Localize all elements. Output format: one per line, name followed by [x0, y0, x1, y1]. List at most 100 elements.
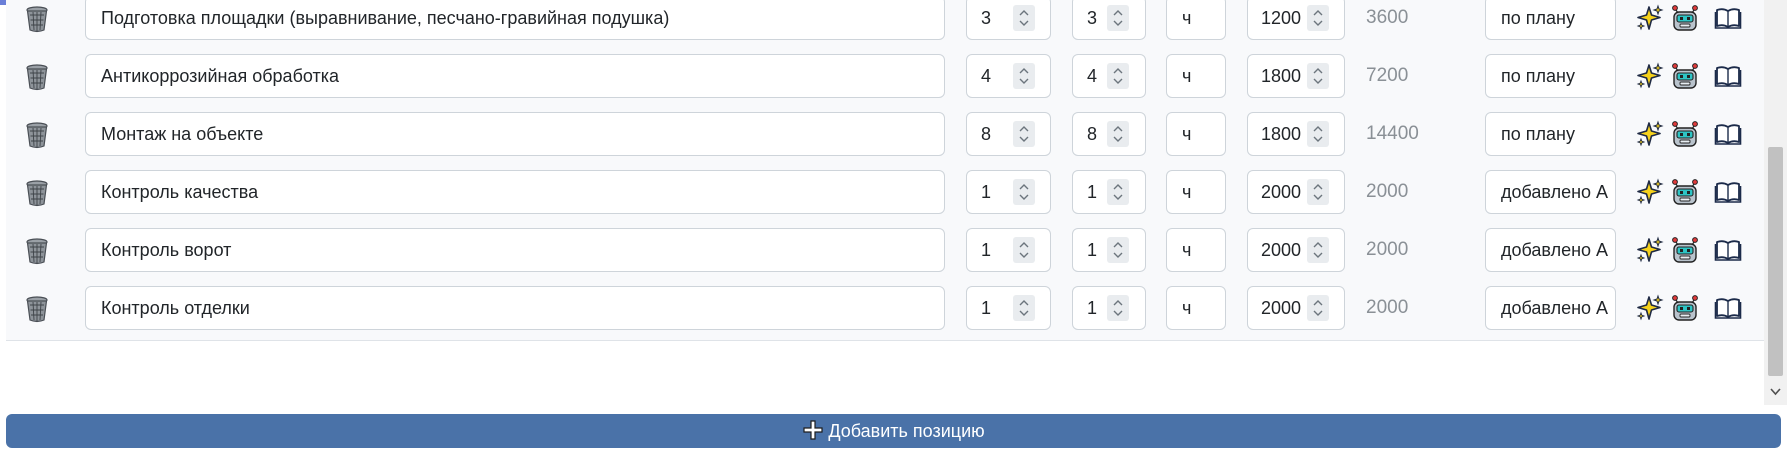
- price-stepper[interactable]: [1307, 295, 1329, 321]
- quantity-input[interactable]: 8: [966, 112, 1051, 156]
- scrollbar[interactable]: [1764, 0, 1787, 405]
- unit-input[interactable]: ч: [1166, 54, 1226, 98]
- scrollbar-thumb[interactable]: [1768, 147, 1783, 376]
- price-stepper[interactable]: [1307, 121, 1329, 147]
- trash-icon[interactable]: [24, 63, 50, 91]
- unit-input[interactable]: ч: [1166, 0, 1226, 40]
- row-total: 2000: [1366, 297, 1409, 318]
- unit-input[interactable]: ч: [1166, 112, 1226, 156]
- hours-input[interactable]: 1: [1072, 170, 1146, 214]
- trash-icon[interactable]: [24, 121, 50, 149]
- quantity-value: 1: [981, 298, 992, 318]
- note-input[interactable]: добавлено А: [1485, 170, 1616, 214]
- stepper-arrows-icon: [1113, 242, 1123, 258]
- quantity-input[interactable]: 1: [966, 228, 1051, 272]
- item-name-input[interactable]: Монтаж на объекте: [85, 112, 945, 156]
- hours-stepper[interactable]: [1107, 121, 1129, 147]
- stepper-arrows-icon: [1113, 126, 1123, 142]
- price-input[interactable]: 1800: [1247, 54, 1345, 98]
- row-total: 7200: [1366, 65, 1409, 86]
- robot-icon[interactable]: [1671, 178, 1699, 206]
- price-input[interactable]: 1200: [1247, 0, 1345, 40]
- book-icon[interactable]: [1714, 4, 1742, 32]
- unit-input[interactable]: ч: [1166, 228, 1226, 272]
- robot-icon[interactable]: [1671, 294, 1699, 322]
- quantity-stepper[interactable]: [1013, 5, 1035, 31]
- trash-icon[interactable]: [24, 295, 50, 323]
- quantity-value: 8: [981, 124, 992, 144]
- book-icon[interactable]: [1714, 294, 1742, 322]
- hours-stepper[interactable]: [1107, 295, 1129, 321]
- hours-input[interactable]: 1: [1072, 286, 1146, 330]
- note-input[interactable]: по плану: [1485, 0, 1616, 40]
- plus-icon: [803, 420, 823, 440]
- hours-value: 3: [1087, 8, 1098, 28]
- note-input[interactable]: добавлено А: [1485, 286, 1616, 330]
- price-stepper[interactable]: [1307, 5, 1329, 31]
- trash-icon[interactable]: [24, 5, 50, 33]
- table-row: Монтаж на объекте 8 8 ч 1800 14400 по пл…: [6, 101, 1764, 167]
- robot-icon[interactable]: [1671, 4, 1699, 32]
- item-name-input[interactable]: Контроль отделки: [85, 286, 945, 330]
- quantity-input[interactable]: 1: [966, 170, 1051, 214]
- positions-table: Подготовка площадки (выравнивание, песча…: [6, 0, 1764, 384]
- robot-icon[interactable]: [1671, 120, 1699, 148]
- hours-value: 1: [1087, 182, 1098, 202]
- item-name-input[interactable]: Подготовка площадки (выравнивание, песча…: [85, 0, 945, 40]
- hours-input[interactable]: 8: [1072, 112, 1146, 156]
- quantity-input[interactable]: 3: [966, 0, 1051, 40]
- quantity-stepper[interactable]: [1013, 179, 1035, 205]
- quantity-stepper[interactable]: [1013, 237, 1035, 263]
- table-row: Контроль ворот 1 1 ч 2000 2000 добавлено…: [6, 217, 1764, 283]
- book-icon[interactable]: [1714, 62, 1742, 90]
- unit-input[interactable]: ч: [1166, 286, 1226, 330]
- hours-stepper[interactable]: [1107, 237, 1129, 263]
- scroll-down-icon[interactable]: [1770, 388, 1781, 396]
- unit-input[interactable]: ч: [1166, 170, 1226, 214]
- hours-stepper[interactable]: [1107, 179, 1129, 205]
- row-total: 14400: [1366, 123, 1419, 144]
- sparkle-icon[interactable]: [1636, 120, 1664, 148]
- book-icon[interactable]: [1714, 120, 1742, 148]
- price-stepper[interactable]: [1307, 179, 1329, 205]
- sparkle-icon[interactable]: [1636, 178, 1664, 206]
- robot-icon[interactable]: [1671, 236, 1699, 264]
- sparkle-icon[interactable]: [1636, 294, 1664, 322]
- price-input[interactable]: 2000: [1247, 286, 1345, 330]
- note-input[interactable]: по плану: [1485, 54, 1616, 98]
- stepper-arrows-icon: [1313, 68, 1323, 84]
- sparkle-icon[interactable]: [1636, 236, 1664, 264]
- item-name-input[interactable]: Контроль качества: [85, 170, 945, 214]
- add-position-button[interactable]: Добавить позицию: [6, 414, 1781, 448]
- hours-input[interactable]: 3: [1072, 0, 1146, 40]
- book-icon[interactable]: [1714, 236, 1742, 264]
- hours-stepper[interactable]: [1107, 63, 1129, 89]
- stepper-arrows-icon: [1019, 68, 1029, 84]
- stepper-arrows-icon: [1113, 68, 1123, 84]
- trash-icon[interactable]: [24, 179, 50, 207]
- hours-input[interactable]: 4: [1072, 54, 1146, 98]
- quantity-input[interactable]: 1: [966, 286, 1051, 330]
- note-input[interactable]: добавлено А: [1485, 228, 1616, 272]
- item-name-input[interactable]: Контроль ворот: [85, 228, 945, 272]
- trash-icon[interactable]: [24, 237, 50, 265]
- price-stepper[interactable]: [1307, 237, 1329, 263]
- hours-input[interactable]: 1: [1072, 228, 1146, 272]
- quantity-input[interactable]: 4: [966, 54, 1051, 98]
- quantity-stepper[interactable]: [1013, 63, 1035, 89]
- price-stepper[interactable]: [1307, 63, 1329, 89]
- price-input[interactable]: 1800: [1247, 112, 1345, 156]
- quantity-stepper[interactable]: [1013, 295, 1035, 321]
- row-total: 2000: [1366, 239, 1409, 260]
- hours-stepper[interactable]: [1107, 5, 1129, 31]
- sparkle-icon[interactable]: [1636, 62, 1664, 90]
- sparkle-icon[interactable]: [1636, 4, 1664, 32]
- quantity-stepper[interactable]: [1013, 121, 1035, 147]
- book-icon[interactable]: [1714, 178, 1742, 206]
- price-input[interactable]: 2000: [1247, 228, 1345, 272]
- item-name-input[interactable]: Антикоррозийная обработка: [85, 54, 945, 98]
- robot-icon[interactable]: [1671, 62, 1699, 90]
- note-input[interactable]: по плану: [1485, 112, 1616, 156]
- price-value: 1800: [1261, 124, 1302, 144]
- price-input[interactable]: 2000: [1247, 170, 1345, 214]
